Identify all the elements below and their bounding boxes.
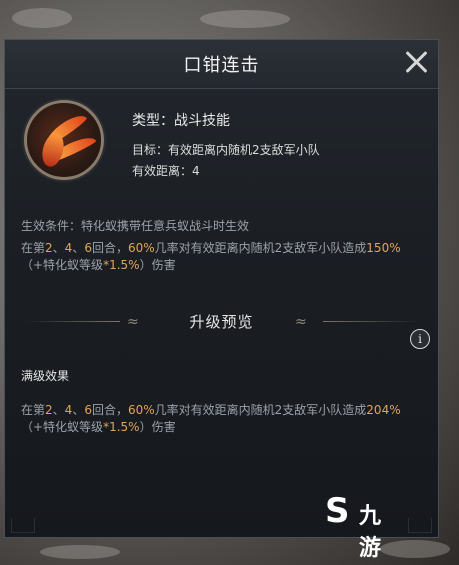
desc-text: 几率对有效距离内随机2支敌军小队造成	[154, 403, 367, 417]
max-level-label: 满级效果	[21, 369, 70, 383]
background-speck	[200, 10, 290, 28]
leaf-ornament-right-icon: ≈	[295, 314, 307, 330]
background-speck	[12, 8, 72, 28]
claw-skill-icon	[24, 100, 104, 180]
corner-ornament	[11, 518, 35, 533]
desc-text: 、	[52, 403, 65, 417]
effect-condition: 生效条件：特化蚁携带任意兵蚁战斗时生效	[21, 219, 250, 233]
round-value: 6	[84, 241, 92, 255]
desc-text: （+特化蚁等级	[21, 258, 104, 272]
skill-type: 类型：战斗技能	[132, 113, 230, 129]
skill-target: 目标：有效距离内随机2支敌军小队	[132, 143, 320, 157]
watermark-glyph: S	[325, 491, 350, 531]
desc-text: 回合，	[91, 241, 128, 255]
skill-range: 有效距离：4	[132, 164, 200, 178]
damage-value: 204%	[366, 403, 401, 417]
damage-value: 150%	[366, 241, 401, 255]
scale-value: *1.5%	[103, 420, 140, 434]
divider-line-right	[323, 321, 418, 322]
watermark-text: 九游	[359, 504, 383, 561]
current-effect-description: 在第2、4、6回合，60%几率对有效距离内随机2支敌军小队造成150%（+特化蚁…	[21, 240, 426, 274]
desc-text: 、	[72, 241, 85, 255]
chance-value: 60%	[127, 403, 155, 417]
upgrade-preview-divider: ≈ 升级预览 ≈	[5, 306, 438, 336]
dialog-header: 口钳连击	[5, 40, 438, 89]
scale-value: *1.5%	[103, 258, 140, 272]
info-icon[interactable]: i	[410, 329, 430, 349]
desc-text: 在第	[21, 241, 46, 255]
max-effect-description: 在第2、4、6回合，60%几率对有效距离内随机2支敌军小队造成204%（+特化蚁…	[21, 402, 426, 436]
background-speck	[40, 545, 120, 559]
round-value: 2	[45, 241, 53, 255]
desc-text: ）伤害	[139, 258, 176, 272]
close-icon[interactable]	[400, 46, 432, 78]
desc-text: 回合，	[91, 403, 128, 417]
chance-value: 60%	[127, 241, 155, 255]
dialog-title: 口钳连击	[183, 55, 260, 76]
round-value: 2	[45, 403, 53, 417]
desc-text: 在第	[21, 403, 46, 417]
desc-text: ）伤害	[139, 420, 176, 434]
desc-text: （+特化蚁等级	[21, 420, 104, 434]
round-value: 6	[84, 403, 92, 417]
desc-text: 、	[72, 403, 85, 417]
desc-text: 几率对有效距离内随机2支敌军小队造成	[154, 241, 367, 255]
corner-ornament	[408, 518, 432, 533]
desc-text: 、	[52, 241, 65, 255]
background-speck	[380, 540, 450, 558]
skill-dialog: 口钳连击 类型：战斗技能 目标：有效距离内随机2支敌军小队 有效距离：4 生效条…	[4, 39, 439, 538]
